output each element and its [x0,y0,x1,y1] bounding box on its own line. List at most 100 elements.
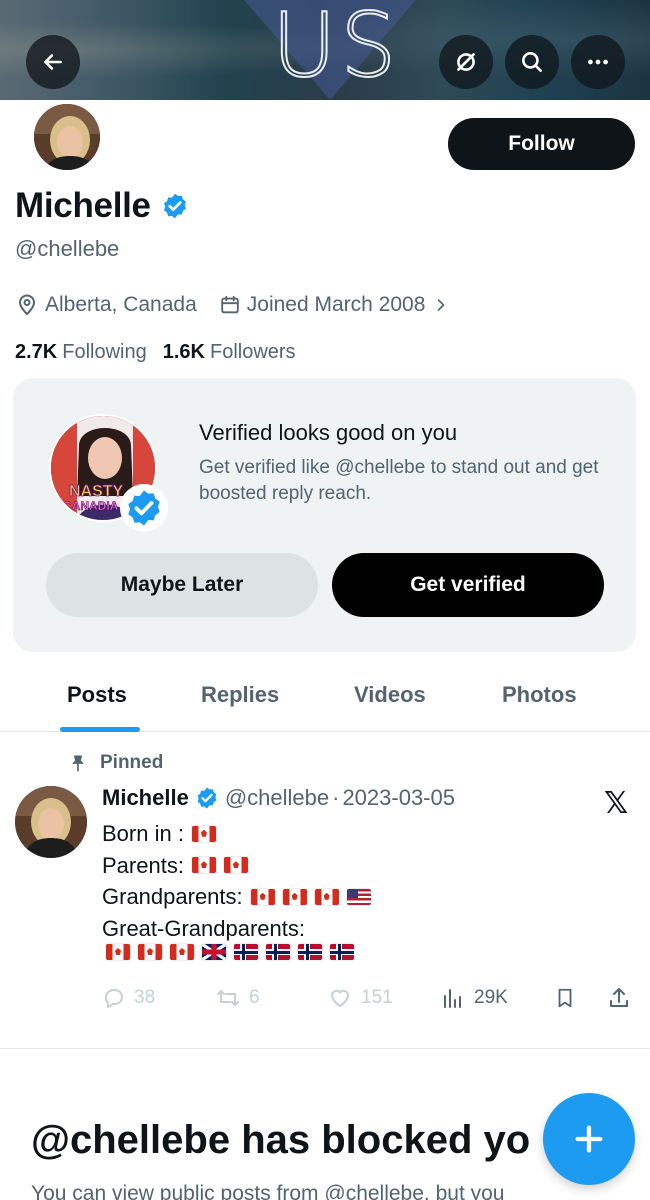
flag-us-icon [346,888,371,905]
grok-button[interactable] [439,35,493,89]
reply-icon [104,989,123,1008]
post-author-handle: @chellebe [224,785,330,810]
grok-icon [457,53,475,71]
flag-ca-icon [314,888,339,905]
like-button[interactable]: 151 [327,986,393,1010]
flag-emoji-group [250,888,371,905]
get-verified-button[interactable]: Get verified [332,553,604,617]
flag-emoji-group [191,857,248,874]
flag-no-icon [298,944,322,960]
verify-card-title: Verified looks good on you [199,420,458,445]
following-link[interactable]: 2.7K Following [15,341,147,364]
post-text-line: Great-Grandparents: [102,913,371,945]
blocked-title: @chellebe has blocked yo [31,1118,531,1162]
share-icon [610,988,628,1007]
post-line-text: Born in : [102,821,184,846]
back-button[interactable] [26,35,80,89]
promo-avatar-text-1: NASTY [69,483,124,500]
bookmark-button[interactable] [554,986,576,1010]
active-tab-indicator [60,727,140,732]
flag-ca-icon [223,857,248,874]
followers-label: Followers [209,341,296,363]
tab-replies[interactable]: Replies [201,682,279,708]
post-line-text: Great-Grandparents: [102,915,305,941]
profile-page: US Follow Michelle @chellebe Alberta, Ca… [0,0,650,1200]
follow-button[interactable]: Follow [448,118,635,170]
followers-link[interactable]: 1.6K Followers [163,341,296,364]
following-count: 2.7K [15,341,58,363]
location-item: Alberta, Canada [15,293,197,317]
flag-uk-icon [202,944,226,960]
promo-verified-badge [120,484,168,532]
flag-ca-icon [191,857,216,874]
pin-icon [72,755,84,772]
flag-emoji-group [106,944,354,960]
plus-icon [575,1125,603,1153]
flag-no-icon [330,944,354,960]
compose-button[interactable] [543,1093,635,1185]
post-text: Born in : Parents: Grandparents: Great-Gran… [102,818,371,960]
arrow-left-icon [44,54,62,70]
profile-meta: Alberta, Canada Joined March 2008 [15,293,473,317]
post-text-line: Born in : [102,818,371,850]
tab-photos[interactable]: Photos [502,682,577,708]
avatar-photo [34,104,100,170]
calendar-icon [221,295,239,314]
flag-no-icon [234,944,258,960]
tab-videos[interactable]: Videos [354,682,426,708]
reply-count: 38 [134,987,156,1008]
more-button[interactable] [571,35,625,89]
banner-text: US [271,0,401,98]
profile-tabs: Posts Replies Videos Photos [0,664,650,732]
following-label: Following [62,341,147,363]
post-header: Michelle @chellebe · 2023-03-05 [102,785,455,811]
post-divider [0,1048,650,1049]
joined-item[interactable]: Joined March 2008 [219,293,452,317]
maybe-later-button[interactable]: Maybe Later [46,553,318,617]
bookmark-icon [558,988,572,1008]
blocked-description: You can view public posts from @chellebe… [31,1182,505,1200]
views-chart-icon [444,989,461,1008]
post-line-text: Parents: [102,852,184,878]
profile-handle: @chellebe [15,236,120,261]
followers-count: 1.6K [162,341,205,363]
joined-text: Joined March 2008 [246,293,426,316]
chevron-right-icon [438,299,445,311]
verified-badge-icon [128,490,160,526]
flag-ca-icon [191,825,216,842]
share-button[interactable] [607,986,631,1010]
post-author-avatar[interactable] [15,786,87,858]
heart-icon [331,989,349,1007]
verify-card-description: Get verified like @chellebe to stand out… [199,457,599,504]
verified-badge-icon [197,787,217,809]
flag-ca-icon [106,944,130,960]
post-author-name[interactable]: Michelle [102,785,189,811]
follow-stats: 2.7K Following 1.6K Followers [15,341,296,364]
post-actions: 38 6 151 29K [102,986,632,1016]
location-pin-icon [19,294,35,315]
flag-no-icon [266,944,290,960]
profile-avatar[interactable] [31,101,103,173]
avatar-photo [15,786,87,858]
pinned-label: Pinned [100,752,164,773]
search-button[interactable] [505,35,559,89]
repost-button[interactable]: 6 [215,986,260,1010]
pinned-indicator: Pinned [68,752,163,774]
flag-ca-icon [138,944,162,960]
tab-posts[interactable]: Posts [67,682,127,708]
profile-name-row: Michelle [15,186,189,226]
repost-icon [217,990,239,1006]
post-date[interactable]: 2023-03-05 [342,785,455,811]
search-icon [522,52,542,72]
promo-avatar-text-2: CANADIA [63,499,119,513]
views-button[interactable]: 29K [440,986,508,1010]
profile-name: Michelle [15,186,151,225]
verified-badge-icon[interactable] [161,192,189,220]
post-text-line [102,944,371,960]
reply-button[interactable]: 38 [102,986,155,1010]
post-text-line: Grandparents: [102,881,371,913]
flag-ca-icon [170,944,194,960]
post-meta-separator: · [332,785,340,810]
verify-upsell-card: NASTY CANADIA Verified looks good on you… [13,378,636,652]
flag-ca-icon [282,888,307,905]
